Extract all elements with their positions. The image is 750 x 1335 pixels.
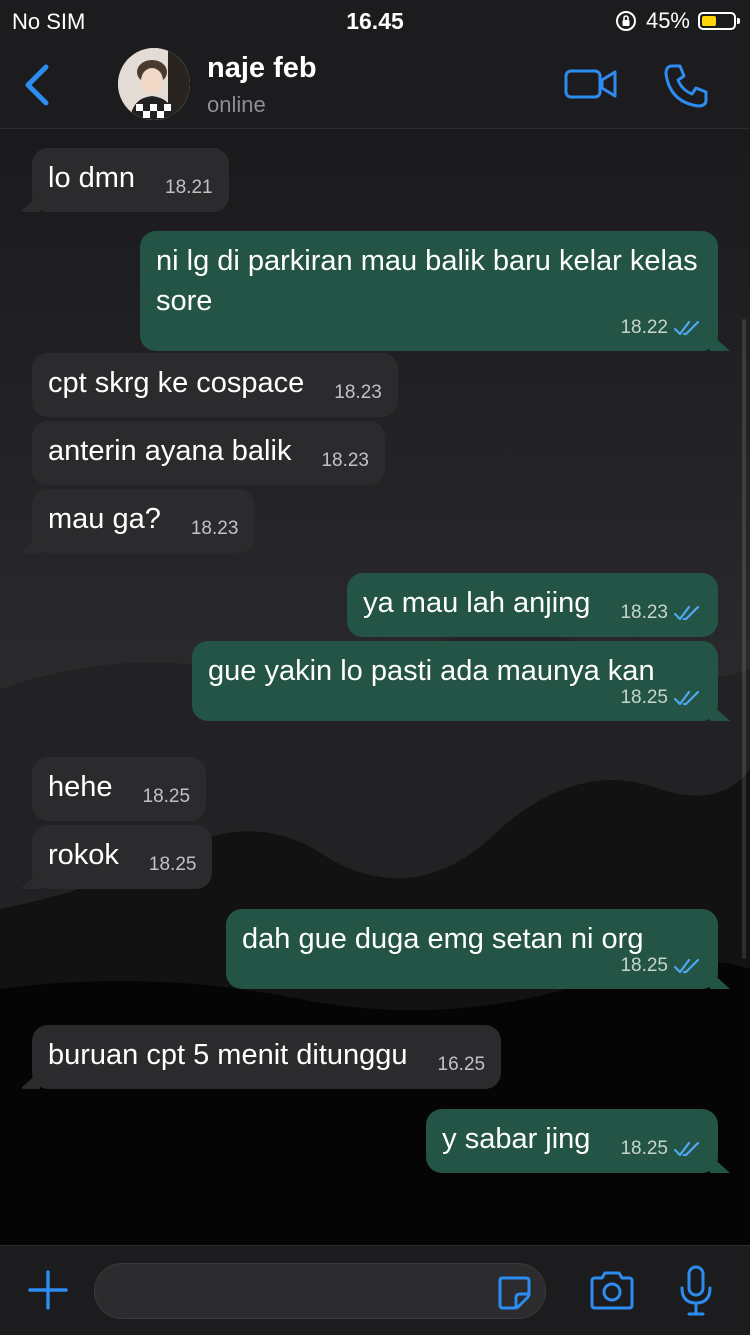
double-check-icon	[674, 1141, 700, 1157]
message-time: 18.21	[165, 177, 213, 198]
outgoing-message[interactable]: ya mau lah anjing 18.23	[347, 573, 718, 637]
battery-level	[702, 16, 716, 26]
message-text: anterin ayana balik	[48, 435, 292, 467]
incoming-message[interactable]: rokok 18.25	[32, 825, 213, 889]
double-check-icon	[674, 320, 700, 336]
message-time: 18.23	[620, 602, 668, 623]
phone-icon[interactable]	[662, 62, 710, 110]
message-text: buruan cpt 5 menit ditunggu	[48, 1039, 408, 1071]
message-time: 18.25	[620, 687, 668, 708]
microphone-icon[interactable]	[678, 1264, 714, 1318]
message-text: lo dmn	[48, 162, 136, 194]
double-check-icon	[674, 958, 700, 974]
message-text: cpt skrg ke cospace	[48, 367, 305, 399]
outgoing-message[interactable]: dah gue duga emg setan ni org 18.25	[226, 909, 718, 989]
plus-icon[interactable]	[26, 1268, 70, 1312]
outgoing-message[interactable]: ni lg di parkiran mau balik baru kelar k…	[140, 231, 718, 351]
incoming-message[interactable]: buruan cpt 5 menit ditunggu 16.25	[32, 1025, 502, 1089]
message-meta: 18.25	[620, 1129, 702, 1169]
message-text: rokok	[48, 839, 119, 871]
message-meta: 18.25	[242, 953, 702, 979]
message-text: dah gue duga emg setan ni org	[242, 923, 644, 955]
contact-name[interactable]: naje feb	[207, 52, 317, 85]
message-time: 18.25	[620, 1138, 668, 1159]
message-text: hehe	[48, 771, 113, 803]
message-list[interactable]: lo dmn 18.21 ni lg di parkiran mau balik …	[0, 129, 750, 1245]
message-time: 18.25	[142, 786, 191, 807]
message-meta: 18.25	[208, 685, 702, 711]
message-text: gue yakin lo pasti ada maunya kan	[208, 655, 655, 687]
battery-icon	[698, 12, 740, 30]
message-time: 18.25	[620, 955, 668, 976]
composer-bar	[0, 1245, 750, 1335]
double-check-icon	[674, 605, 700, 621]
incoming-message[interactable]: cpt skrg ke cospace 18.23	[32, 353, 398, 417]
incoming-message[interactable]: mau ga? 18.23	[32, 489, 255, 553]
message-text: ya mau lah anjing	[363, 587, 591, 619]
sticker-icon[interactable]	[496, 1274, 532, 1310]
chat-header: naje feb online	[0, 40, 750, 129]
status-bar: No SIM 16.45 45%	[0, 0, 750, 40]
message-time: 18.23	[321, 450, 369, 471]
message-time: 18.23	[334, 382, 382, 403]
video-camera-icon[interactable]	[564, 64, 618, 104]
contact-status: online	[207, 92, 266, 117]
status-right-group: 45%	[614, 8, 740, 34]
message-text: y sabar jing	[442, 1123, 591, 1155]
camera-icon[interactable]	[588, 1271, 636, 1311]
outgoing-message[interactable]: gue yakin lo pasti ada maunya kan 18.25	[192, 641, 718, 721]
orientation-lock-icon	[615, 11, 636, 31]
message-time: 18.23	[190, 518, 239, 539]
avatar[interactable]	[118, 48, 190, 120]
scrollbar[interactable]	[742, 319, 746, 959]
message-time: 18.22	[620, 317, 668, 338]
avatar-image	[118, 48, 190, 120]
double-check-icon	[674, 690, 700, 706]
incoming-message[interactable]: lo dmn 18.21	[32, 148, 229, 212]
incoming-message[interactable]: hehe 18.25	[32, 757, 207, 821]
message-text: ni lg di parkiran mau balik baru kelar k…	[156, 245, 698, 317]
incoming-message[interactable]: anterin ayana balik 18.23	[32, 421, 385, 485]
outgoing-message[interactable]: y sabar jing 18.25	[426, 1109, 718, 1173]
message-meta: 18.22	[156, 315, 702, 341]
message-input[interactable]	[94, 1263, 546, 1319]
battery-percent: 45%	[645, 8, 690, 33]
message-text: mau ga?	[48, 503, 161, 535]
message-time: 16.25	[437, 1054, 486, 1075]
message-time: 18.25	[148, 854, 197, 875]
chevron-left-icon[interactable]	[18, 62, 58, 108]
message-meta: 18.23	[620, 593, 702, 633]
